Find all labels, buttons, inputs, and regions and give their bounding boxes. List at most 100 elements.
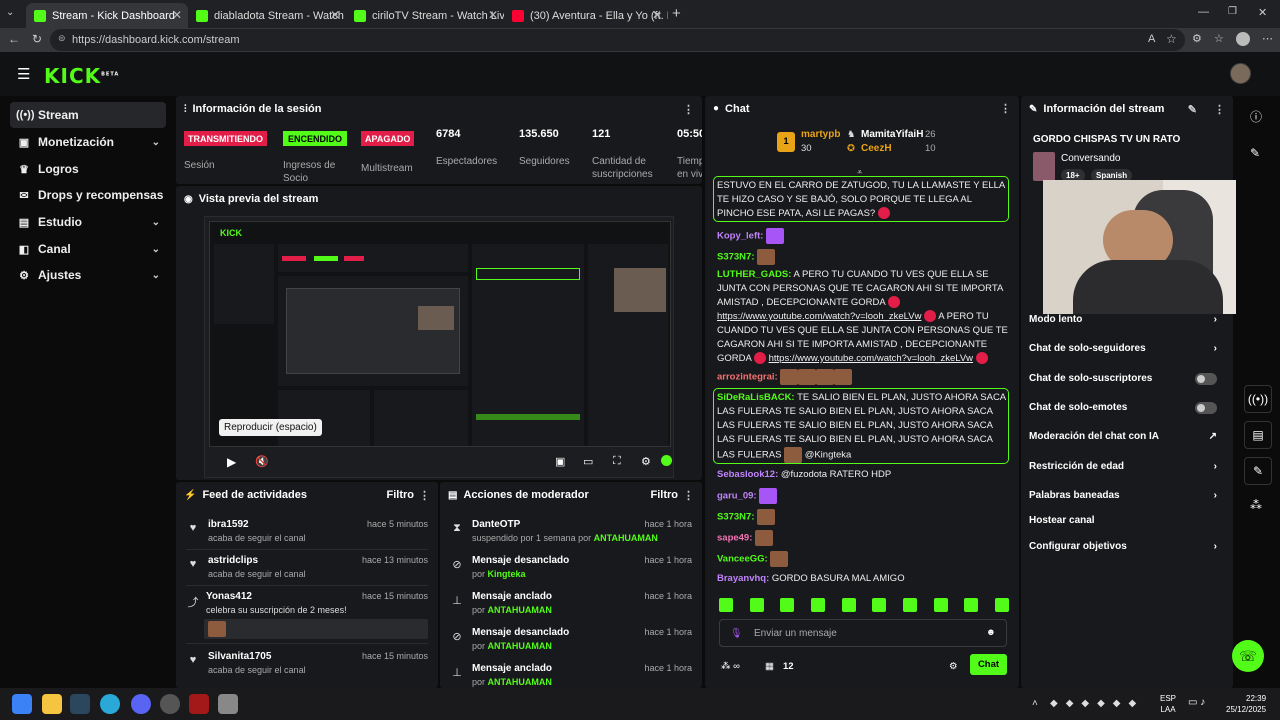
clock[interactable]: 22:39 25/12/2025: [1226, 693, 1266, 715]
share-icon[interactable]: ⁂: [1250, 498, 1262, 512]
dota-icon[interactable]: [189, 694, 209, 714]
discord-icon[interactable]: [131, 694, 151, 714]
microphone-icon[interactable]: 🎙: [730, 627, 742, 641]
chat-settings-icon[interactable]: ⚙: [949, 660, 958, 674]
new-tab-button[interactable]: +: [672, 5, 681, 22]
edit-icon[interactable]: ✎: [1250, 146, 1260, 160]
edge-icon[interactable]: [100, 694, 120, 714]
stream-video-player[interactable]: KICK Reproducir (espacio) ▶ 🔇 ▣ ▭ ⛶ ⚙: [204, 216, 674, 478]
url-input[interactable]: https://dashboard.kick.com/stream: [50, 29, 1185, 51]
browser-tab-youtube[interactable]: (30) Aventura - Ella y Yo (ft. Don O ✕: [504, 3, 668, 28]
reload-icon[interactable]: ↻: [32, 32, 42, 46]
emote-icon[interactable]: [749, 598, 764, 612]
chat-users-icon[interactable]: ⁂ ∞: [721, 660, 740, 674]
emote-icon[interactable]: [964, 598, 979, 612]
back-icon[interactable]: ←: [8, 32, 20, 46]
tray-chevron-up-icon[interactable]: ˄: [1032, 698, 1038, 709]
live-time: 05:50: [677, 128, 702, 140]
site-info-icon[interactable]: ⊜: [58, 33, 66, 44]
help-icon[interactable]: ☏: [1232, 640, 1264, 672]
setting-banned-words[interactable]: Palabras baneadas ›: [1021, 486, 1221, 506]
setting-ai-moderation[interactable]: Moderación del chat con IA ↗: [1021, 427, 1221, 447]
browser-tab-kick-dashboard[interactable]: Stream - Kick Dashboard ✕: [26, 3, 188, 28]
user-avatar[interactable]: [1230, 63, 1251, 84]
send-chat-button[interactable]: Chat: [970, 654, 1007, 675]
emote-icon: [208, 621, 226, 637]
favorites-icon[interactable]: ☆: [1214, 32, 1224, 45]
chat-input[interactable]: 🎙 Enviar un mensaje ☻: [719, 619, 1007, 647]
file-explorer-icon[interactable]: [42, 694, 62, 714]
reader-mode-icon[interactable]: A: [1148, 33, 1155, 45]
profile-avatar[interactable]: [1236, 32, 1250, 46]
status-badge-partner: ENCENDIDO: [283, 131, 348, 146]
kebab-menu-icon[interactable]: ⋮: [683, 103, 694, 116]
browser-menu-icon[interactable]: ⋯: [1262, 32, 1273, 45]
close-tab-icon[interactable]: ✕: [488, 8, 498, 22]
setting-goals[interactable]: Configurar objetivos ›: [1021, 537, 1221, 557]
close-tab-icon[interactable]: ✕: [652, 8, 662, 22]
unpin-icon: ⊘: [452, 559, 462, 571]
mod-tools-icon[interactable]: ▤: [1244, 421, 1272, 449]
emote-icon[interactable]: [841, 598, 856, 612]
emote-icon[interactable]: [994, 598, 1009, 612]
setting-emotes-only[interactable]: Chat de solo-emotes: [1021, 398, 1221, 418]
wrench-icon[interactable]: ✎: [1244, 457, 1272, 485]
sidebar-item-stream[interactable]: ((•)) Stream: [10, 102, 166, 128]
play-icon[interactable]: ▶: [227, 455, 236, 469]
sidebar-item-estudio[interactable]: ▤ Estudio ⌄: [10, 209, 166, 235]
sidebar-item-label: Estudio: [38, 215, 82, 229]
emote-icon: [877, 207, 890, 220]
favorite-star-icon[interactable]: ☆: [1166, 32, 1177, 46]
setting-followers-only[interactable]: Chat de solo-seguidores ›: [1021, 339, 1221, 359]
kebab-menu-icon[interactable]: ⋮: [1000, 102, 1011, 116]
kebab-menu-icon[interactable]: ⋮: [683, 489, 694, 502]
kebab-menu-icon[interactable]: ⋮: [419, 489, 430, 502]
tab-list-button[interactable]: ⌄: [6, 7, 14, 18]
emote-icon[interactable]: [810, 598, 825, 612]
steam-icon[interactable]: [70, 694, 90, 714]
emote-icon[interactable]: [872, 598, 887, 612]
windows-start-icon[interactable]: [12, 694, 32, 714]
hamburger-menu-icon[interactable]: ☰: [17, 65, 30, 83]
fullscreen-icon[interactable]: ⛶: [613, 455, 621, 468]
emote-icon[interactable]: [780, 598, 795, 612]
sidebar-item-monetizacion[interactable]: ▣ Monetización ⌄: [10, 129, 166, 155]
sidebar-item-ajustes[interactable]: ⚙ Ajustes ⌄: [10, 262, 166, 288]
emote-icon[interactable]: [933, 598, 948, 612]
browser-tab-diabladota[interactable]: diabladota Stream - Watch Live on ✕: [188, 3, 346, 28]
setting-subscribers-only[interactable]: Chat de solo-suscriptores: [1021, 369, 1221, 389]
kick-favicon-icon: [34, 9, 46, 22]
sliders-icon: ⫶: [184, 103, 187, 115]
emoji-icon[interactable]: ☻: [986, 626, 996, 640]
filter-button[interactable]: Filtro: [387, 489, 415, 501]
setting-age-restriction[interactable]: Restricción de edad ›: [1021, 457, 1221, 477]
app-icon[interactable]: [218, 694, 238, 714]
broadcast-icon[interactable]: ((•)): [1244, 385, 1272, 413]
setting-host-channel[interactable]: Hostear canal: [1021, 511, 1221, 531]
picture-in-picture-icon[interactable]: ▣: [555, 455, 565, 468]
minimize-icon[interactable]: —: [1198, 6, 1209, 18]
maximize-icon[interactable]: ❐: [1228, 6, 1237, 17]
close-tab-icon[interactable]: ✕: [330, 8, 340, 22]
language-indicator[interactable]: ESP LAA: [1160, 693, 1176, 715]
volume-muted-icon[interactable]: 🔇: [255, 455, 269, 468]
filter-button[interactable]: Filtro: [651, 489, 679, 501]
kick-logo[interactable]: KICKBETA: [44, 64, 119, 88]
emote-icon[interactable]: [902, 598, 917, 612]
network-icon[interactable]: ▭ ♪: [1188, 697, 1205, 708]
browser-tab-cirilotv[interactable]: cirilоTV Stream - Watch Live on Ki ✕: [346, 3, 504, 28]
kick-favicon-icon: [196, 9, 208, 22]
info-icon[interactable]: ⓘ: [1250, 108, 1262, 125]
sidebar-item-logros[interactable]: ♛ Logros: [10, 156, 166, 182]
close-tab-icon[interactable]: ✕: [172, 8, 182, 22]
extensions-icon[interactable]: ⚙: [1192, 32, 1202, 45]
sidebar-item-drops[interactable]: ✉ Drops y recompensas: [10, 182, 166, 208]
settings-icon[interactable]: ⚙: [641, 455, 651, 468]
sidebar-item-canal[interactable]: ◧ Canal ⌄: [10, 236, 166, 262]
edit-icon[interactable]: ✎: [1188, 103, 1197, 116]
emote-icon[interactable]: [719, 598, 733, 612]
obs-icon[interactable]: [160, 694, 180, 714]
theater-mode-icon[interactable]: ▭: [583, 455, 593, 468]
close-window-icon[interactable]: ✕: [1258, 6, 1267, 19]
kebab-menu-icon[interactable]: ⋮: [1214, 103, 1225, 116]
